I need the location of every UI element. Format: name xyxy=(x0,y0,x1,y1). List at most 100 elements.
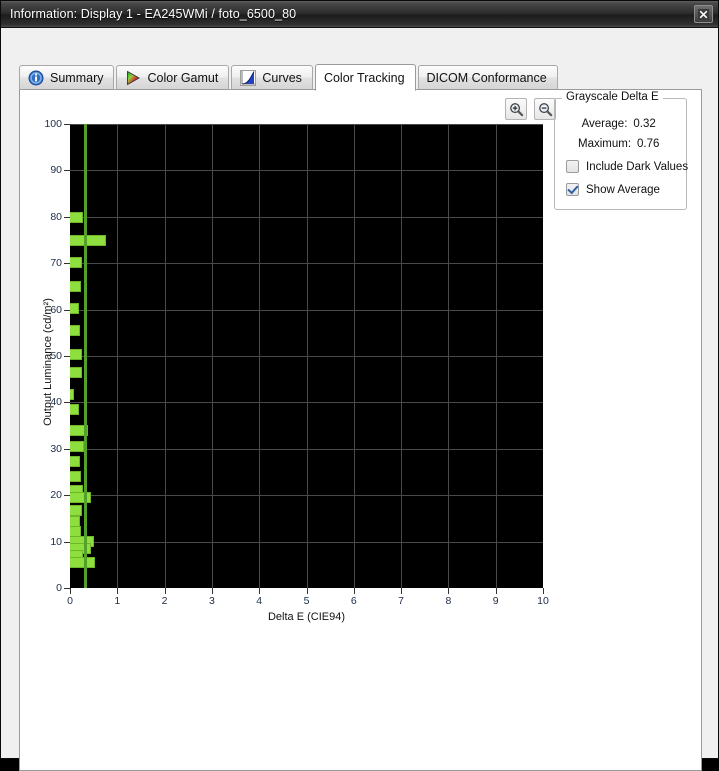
bar xyxy=(70,455,80,467)
x-axis-tick xyxy=(306,588,308,594)
y-axis-tick-label: 20 xyxy=(50,489,62,502)
group-legend: Grayscale Delta E xyxy=(562,91,663,103)
x-axis-tick xyxy=(117,588,119,594)
tab-label: Color Gamut xyxy=(147,70,219,85)
gridline-vertical xyxy=(401,124,402,588)
maximum-row: Maximum: 0.76 xyxy=(555,138,686,150)
x-axis-tick xyxy=(401,588,403,594)
y-axis-tick-label: 60 xyxy=(50,303,62,316)
bar xyxy=(70,366,83,378)
gridline-vertical xyxy=(212,124,213,588)
average-row: Average: 0.32 xyxy=(555,118,686,130)
bar xyxy=(70,556,95,568)
y-axis-tick-label: 100 xyxy=(44,118,62,130)
tab-tracking[interactable]: Color Tracking xyxy=(314,64,416,91)
tab-label: Color Tracking xyxy=(323,70,405,85)
window-title: Information: Display 1 - EA245WMi / foto… xyxy=(10,7,297,21)
include-dark-values-label: Include Dark Values xyxy=(586,160,689,173)
x-axis-tick-label: 2 xyxy=(161,595,168,607)
zoom-controls xyxy=(505,98,556,120)
average-line xyxy=(84,124,88,588)
info-icon xyxy=(28,70,44,86)
tab-bar: Summary Color Gamut Curves Color Tracking DI… xyxy=(19,64,560,91)
bar xyxy=(70,325,81,337)
show-average-label: Show Average xyxy=(586,183,660,196)
bar xyxy=(70,389,75,401)
tab-label: DICOM Conformance xyxy=(426,70,547,85)
maximum-value: 0.76 xyxy=(637,138,660,150)
y-axis-tick-label: 80 xyxy=(50,210,62,223)
client-area: 0 10 20 30 40 50 60 70 80 90 100 0 1 2 3 4 5 6 7 8 9 10 Delt… xyxy=(1,28,718,771)
title-bar: Information: Display 1 - EA245WMi / foto… xyxy=(1,1,718,28)
bar xyxy=(70,440,84,452)
gridline-vertical xyxy=(117,124,118,588)
x-axis-tick xyxy=(543,588,544,594)
y-axis-tick-label: 90 xyxy=(50,164,62,177)
y-axis-tick-label: 50 xyxy=(50,350,62,362)
bar xyxy=(70,471,82,483)
gridline-vertical xyxy=(259,124,260,588)
info-icon xyxy=(28,70,44,85)
curve-chart-icon xyxy=(240,69,257,86)
gridline-vertical xyxy=(496,124,497,588)
bar xyxy=(70,234,106,246)
tab-gamut[interactable]: Color Gamut xyxy=(116,65,230,90)
plot-area[interactable] xyxy=(70,124,543,588)
gridline-vertical xyxy=(354,124,355,588)
x-axis-tick-label: 5 xyxy=(303,595,310,607)
x-axis-tick xyxy=(353,588,355,594)
average-value: 0.32 xyxy=(633,118,656,130)
x-axis-tick xyxy=(448,588,450,594)
bar xyxy=(70,505,82,516)
curve-chart-icon xyxy=(240,69,257,86)
bar xyxy=(70,302,80,314)
tab-curves[interactable]: Curves xyxy=(231,65,313,90)
x-axis-title: Delta E (CIE94) xyxy=(267,611,346,623)
bar xyxy=(70,212,83,224)
tab-dicom[interactable]: DICOM Conformance xyxy=(417,65,558,90)
checkbox-box xyxy=(566,160,579,173)
x-axis-tick-label: 4 xyxy=(256,595,263,607)
bar xyxy=(70,348,83,360)
magnifier-minus-icon xyxy=(538,102,552,116)
x-axis-tick-label: 0 xyxy=(67,595,73,607)
show-average-checkbox[interactable]: Show Average xyxy=(566,183,660,196)
y-axis-title: Output Luminance (cd/m²) xyxy=(42,298,54,426)
bar xyxy=(70,280,82,292)
close-button[interactable] xyxy=(694,5,713,23)
maximum-label: Maximum: xyxy=(577,138,632,150)
x-axis-tick-label: 9 xyxy=(492,595,499,607)
y-axis-tick-label: 30 xyxy=(50,442,62,455)
magnifier-plus-icon xyxy=(509,102,523,116)
bar xyxy=(70,492,92,504)
color-tracking-chart: 0 10 20 30 40 50 60 70 80 90 100 0 1 2 3 4 5 6 7 8 9 10 Delt… xyxy=(20,90,565,690)
y-axis-tick-label: 40 xyxy=(50,396,62,409)
gridline-vertical xyxy=(165,124,166,588)
x-axis-tick-label: 10 xyxy=(537,595,549,607)
x-axis-tick xyxy=(259,588,261,594)
average-label: Average: xyxy=(581,118,628,130)
x-axis-tick xyxy=(211,588,213,594)
x-axis-tick xyxy=(164,588,166,594)
zoom-in-button[interactable] xyxy=(505,98,527,120)
x-axis-tick-label: 1 xyxy=(114,595,121,607)
include-dark-values-checkbox[interactable]: Include Dark Values xyxy=(566,160,688,173)
x-axis-tick-label: 6 xyxy=(350,595,357,607)
y-axis-tick-label: 0 xyxy=(56,582,62,594)
bar xyxy=(70,256,82,268)
tab-label: Summary xyxy=(50,70,104,85)
x-axis-tick-label: 8 xyxy=(445,595,452,607)
zoom-out-button[interactable] xyxy=(534,98,556,120)
tab-label: Curves xyxy=(262,70,302,85)
x-axis-tick xyxy=(495,588,497,594)
x-axis-tick-label: 3 xyxy=(208,595,215,607)
y-axis-tick-label: 10 xyxy=(50,535,62,548)
bar xyxy=(70,404,80,416)
color-triangle-icon xyxy=(127,70,141,85)
grayscale-delta-e-group: Grayscale Delta E Average: 0.32 Maximum:… xyxy=(554,91,688,210)
information-window: Information: Display 1 - EA245WMi / foto… xyxy=(0,0,719,771)
color-triangle-icon xyxy=(125,70,141,86)
tab-panel-color-tracking: 0 10 20 30 40 50 60 70 80 90 100 0 1 2 3 4 5 6 7 8 9 10 Delt… xyxy=(19,89,702,771)
checkbox-box xyxy=(566,183,579,196)
tab-summary[interactable]: Summary xyxy=(19,65,115,90)
